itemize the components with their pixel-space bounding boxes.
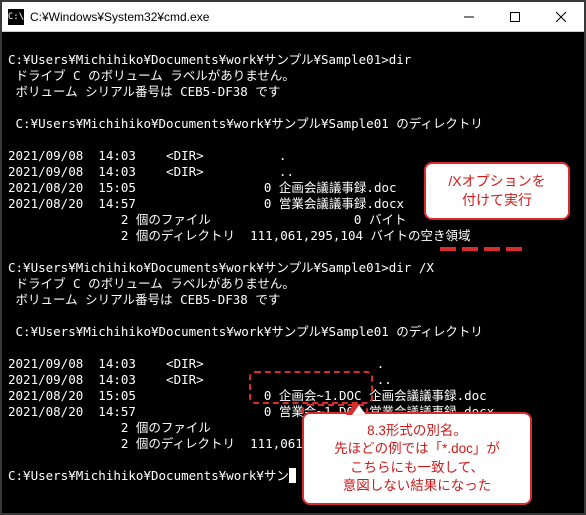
output-line: ドライブ C のボリューム ラベルがありません。 [8,68,295,83]
annotation-callout-top: /Xオプションを 付けて実行 [424,162,570,220]
prompt-line: C:¥Users¥Michihiko¥Documents¥work¥サンプル¥S… [8,260,434,275]
prompt-line: C:¥Users¥Michihiko¥Documents¥work¥サンプル¥S… [8,52,411,67]
minimize-button[interactable] [446,2,492,31]
prompt-line: C:¥Users¥Michihiko¥Documents¥work¥サン [8,468,289,483]
minimize-icon [464,12,474,22]
dir-row: 2021/09/08 14:03 <DIR> . [8,356,384,371]
window-titlebar: C:\ C:¥Windows¥System32¥cmd.exe [2,2,584,32]
annotation-callout-bottom: 8.3形式の別名。 先ほどの例では「*.doc」が こちらにも一致して、 意図し… [302,412,532,505]
output-line: ボリューム シリアル番号は CEB5-DF38 です [8,292,280,307]
callout-text: /Xオプションを [438,172,556,191]
maximize-icon [510,12,520,22]
maximize-button[interactable] [492,2,538,31]
output-line: ボリューム シリアル番号は CEB5-DF38 です [8,84,280,99]
highlight-box-shortnames [249,371,373,404]
cmd-icon-label: C:\ [8,12,24,22]
callout-text: 付けて実行 [438,191,556,210]
dir-row: 2021/08/20 15:05 0 企画会議議事録.doc [8,180,397,195]
cmd-icon: C:\ [8,9,24,25]
dir-row: 2021/08/20 15:05 0 企画会~1.DOC 企画会議議事録.doc [8,388,487,403]
dir-row: 2021/08/20 14:57 0 営業会議議事録.docx [8,196,404,211]
close-button[interactable] [538,2,584,31]
dir-row: 2021/09/08 14:03 <DIR> .. [8,164,294,179]
callout-text: 意図しない結果になった [316,477,518,495]
output-line: C:¥Users¥Michihiko¥Documents¥work¥サンプル¥S… [8,116,483,131]
close-icon [556,12,566,22]
callout-text: 先ほどの例では「*.doc」が [316,440,518,458]
callout-text: 8.3形式の別名。 [316,422,518,440]
window-controls [446,2,584,31]
cursor [289,468,297,483]
dir-row: 2021/09/08 14:03 <DIR> . [8,148,286,163]
output-line: C:¥Users¥Michihiko¥Documents¥work¥サンプル¥S… [8,324,483,339]
window-title: C:¥Windows¥System32¥cmd.exe [30,10,446,24]
summary-line: 2 個のディレクトリ 111,061,295,104 バイトの空き領域 [8,228,471,243]
pointer-dashes-icon [440,247,522,251]
callout-text: こちらにも一致して、 [316,459,518,477]
callout-arrow-icon [346,401,366,415]
summary-line: 2 個のファイル 0 バイト [8,212,406,227]
output-line: ドライブ C のボリューム ラベルがありません。 [8,276,295,291]
